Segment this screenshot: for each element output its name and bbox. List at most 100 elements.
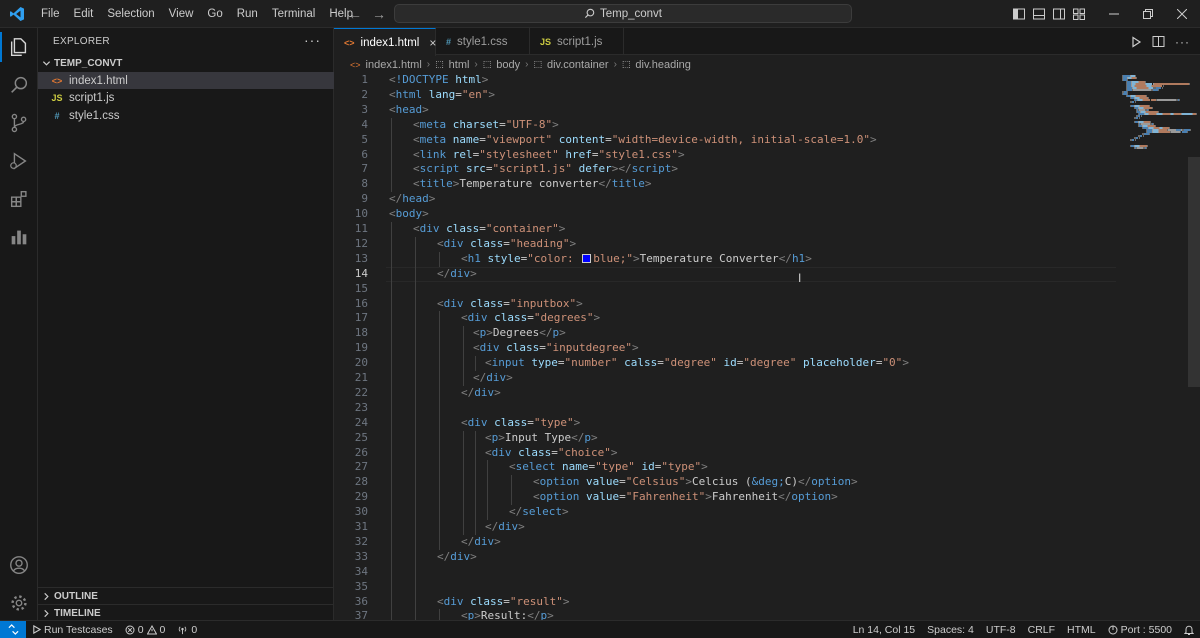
command-center-search[interactable]: Temp_convt bbox=[394, 4, 852, 23]
code-token: link bbox=[419, 147, 447, 161]
code-token: defer bbox=[578, 162, 612, 176]
code-text: <meta charset="UTF-8"> bbox=[413, 118, 559, 133]
run-and-debug-icon[interactable] bbox=[0, 142, 38, 180]
vertical-scrollbar[interactable] bbox=[1188, 73, 1200, 620]
breadcrumb-separator-icon: › bbox=[474, 59, 478, 70]
remote-indicator-icon[interactable] bbox=[0, 620, 26, 638]
code-text: <select name="type" id="type"> bbox=[509, 460, 708, 475]
tab-script1-js[interactable]: JS script1.js bbox=[530, 28, 624, 55]
window-controls bbox=[1097, 0, 1199, 28]
code-token: > bbox=[573, 415, 581, 429]
code-token: id bbox=[641, 460, 655, 474]
code-token: > bbox=[428, 192, 436, 206]
search-icon[interactable] bbox=[0, 66, 38, 104]
code-token: class bbox=[470, 236, 504, 250]
menu-item-edit[interactable]: Edit bbox=[67, 0, 101, 28]
more-actions-icon[interactable]: ··· bbox=[304, 32, 321, 48]
file-item[interactable]: <> index1.html bbox=[38, 72, 334, 89]
code-line: 4 <meta charset="UTF-8"> bbox=[334, 118, 1200, 133]
charts-icon[interactable] bbox=[0, 218, 38, 256]
file-item[interactable]: JS script1.js bbox=[38, 90, 334, 107]
code-token: class bbox=[494, 311, 528, 325]
run-testcases-button[interactable]: Run Testcases bbox=[26, 624, 119, 636]
code-token: </ bbox=[437, 549, 451, 563]
code-token: < bbox=[413, 222, 420, 235]
menu-item-go[interactable]: Go bbox=[200, 0, 229, 28]
breadcrumb-item[interactable]: body bbox=[496, 59, 520, 71]
bell-icon bbox=[1184, 625, 1194, 635]
back-arrow-icon[interactable]: ← bbox=[348, 6, 362, 22]
problems-indicator[interactable]: 0 0 bbox=[119, 624, 172, 636]
toggle-primary-sidebar-icon[interactable] bbox=[1012, 7, 1026, 21]
toggle-secondary-sidebar-icon[interactable] bbox=[1052, 7, 1066, 21]
timeline-section[interactable]: TIMELINE bbox=[38, 604, 334, 621]
minimize-button[interactable] bbox=[1097, 0, 1131, 28]
breadcrumb-item[interactable]: div.container bbox=[547, 59, 609, 71]
html-file-icon: <> bbox=[350, 59, 361, 70]
scrollbar-thumb[interactable] bbox=[1188, 157, 1200, 387]
customize-layout-icon[interactable] bbox=[1072, 7, 1086, 21]
tab-style1-css[interactable]: # style1.css bbox=[436, 28, 530, 55]
breadcrumb-item[interactable]: html bbox=[449, 59, 470, 71]
error-icon bbox=[125, 625, 135, 634]
folder-temp-convt[interactable]: TEMP_CONVT bbox=[38, 55, 334, 72]
menu-item-run[interactable]: Run bbox=[230, 0, 265, 28]
file-type-icon: # bbox=[54, 110, 60, 121]
end-of-line[interactable]: CRLF bbox=[1022, 624, 1061, 636]
split-editor-icon[interactable] bbox=[1152, 35, 1165, 48]
code-token: type bbox=[531, 356, 558, 370]
restore-button[interactable] bbox=[1131, 0, 1165, 28]
breadcrumb-item[interactable]: div.heading bbox=[635, 59, 690, 71]
notifications-button[interactable] bbox=[1178, 625, 1200, 636]
forward-arrow-icon[interactable]: → bbox=[372, 6, 386, 22]
more-actions-icon[interactable]: ··· bbox=[1175, 35, 1190, 49]
code-token: > bbox=[558, 222, 566, 235]
code-text: <option value="Fahrenheit">Fahrenheit</o… bbox=[533, 490, 838, 505]
broadcast-icon bbox=[179, 625, 187, 634]
toggle-panel-icon[interactable] bbox=[1032, 7, 1046, 21]
code-editor[interactable]: 1 <!DOCTYPE html> 2 <html lang="en"> 3 <head>… bbox=[334, 73, 1200, 625]
file-type-icon: # bbox=[446, 36, 452, 47]
breadcrumb-item[interactable]: index1.html bbox=[366, 59, 422, 71]
accounts-icon[interactable] bbox=[0, 546, 38, 584]
code-token: > bbox=[631, 341, 639, 355]
menu-item-view[interactable]: View bbox=[162, 0, 201, 28]
language-mode[interactable]: HTML bbox=[1061, 624, 1102, 636]
close-window-button[interactable] bbox=[1165, 0, 1199, 28]
minimap-segment bbox=[1149, 113, 1157, 115]
code-text: <div class="degrees"> bbox=[461, 311, 600, 326]
tab-index1-html[interactable]: <> index1.html × bbox=[334, 28, 436, 56]
color-swatch-icon[interactable] bbox=[582, 253, 592, 263]
code-line: 7 <script src="script1.js" defer></script… bbox=[334, 162, 1200, 177]
explorer-icon[interactable] bbox=[0, 28, 38, 66]
code-token: "Celsius" bbox=[625, 475, 686, 489]
code-token: script bbox=[631, 162, 672, 176]
code-token: Celcius ( bbox=[691, 475, 752, 489]
run-play-icon[interactable] bbox=[1130, 35, 1142, 48]
ports-indicator[interactable]: 0 bbox=[171, 624, 203, 636]
restore-icon bbox=[1143, 9, 1153, 19]
menu-item-terminal[interactable]: Terminal bbox=[265, 0, 322, 28]
encoding[interactable]: UTF-8 bbox=[980, 624, 1022, 636]
menu-item-selection[interactable]: Selection bbox=[100, 0, 161, 28]
code-token: > bbox=[506, 371, 513, 384]
code-token: < bbox=[389, 73, 396, 86]
tab-label: style1.css bbox=[457, 35, 508, 48]
code-token: C) bbox=[784, 475, 798, 489]
code-token: "heading" bbox=[509, 236, 570, 250]
code-text: <head> bbox=[389, 103, 429, 118]
live-server-port[interactable]: Port : 5500 bbox=[1102, 624, 1178, 636]
file-item[interactable]: # style1.css bbox=[38, 107, 334, 124]
gear-icon[interactable] bbox=[0, 584, 38, 622]
extensions-icon[interactable] bbox=[0, 180, 38, 218]
minimap[interactable] bbox=[1118, 73, 1197, 153]
menu-item-file[interactable]: File bbox=[34, 0, 67, 28]
cursor-position[interactable]: Ln 14, Col 15 bbox=[847, 624, 921, 636]
code-token: h1 bbox=[467, 251, 481, 265]
indentation[interactable]: Spaces: 4 bbox=[921, 624, 980, 636]
outline-section[interactable]: OUTLINE bbox=[38, 587, 334, 604]
source-control-icon[interactable] bbox=[0, 104, 38, 142]
